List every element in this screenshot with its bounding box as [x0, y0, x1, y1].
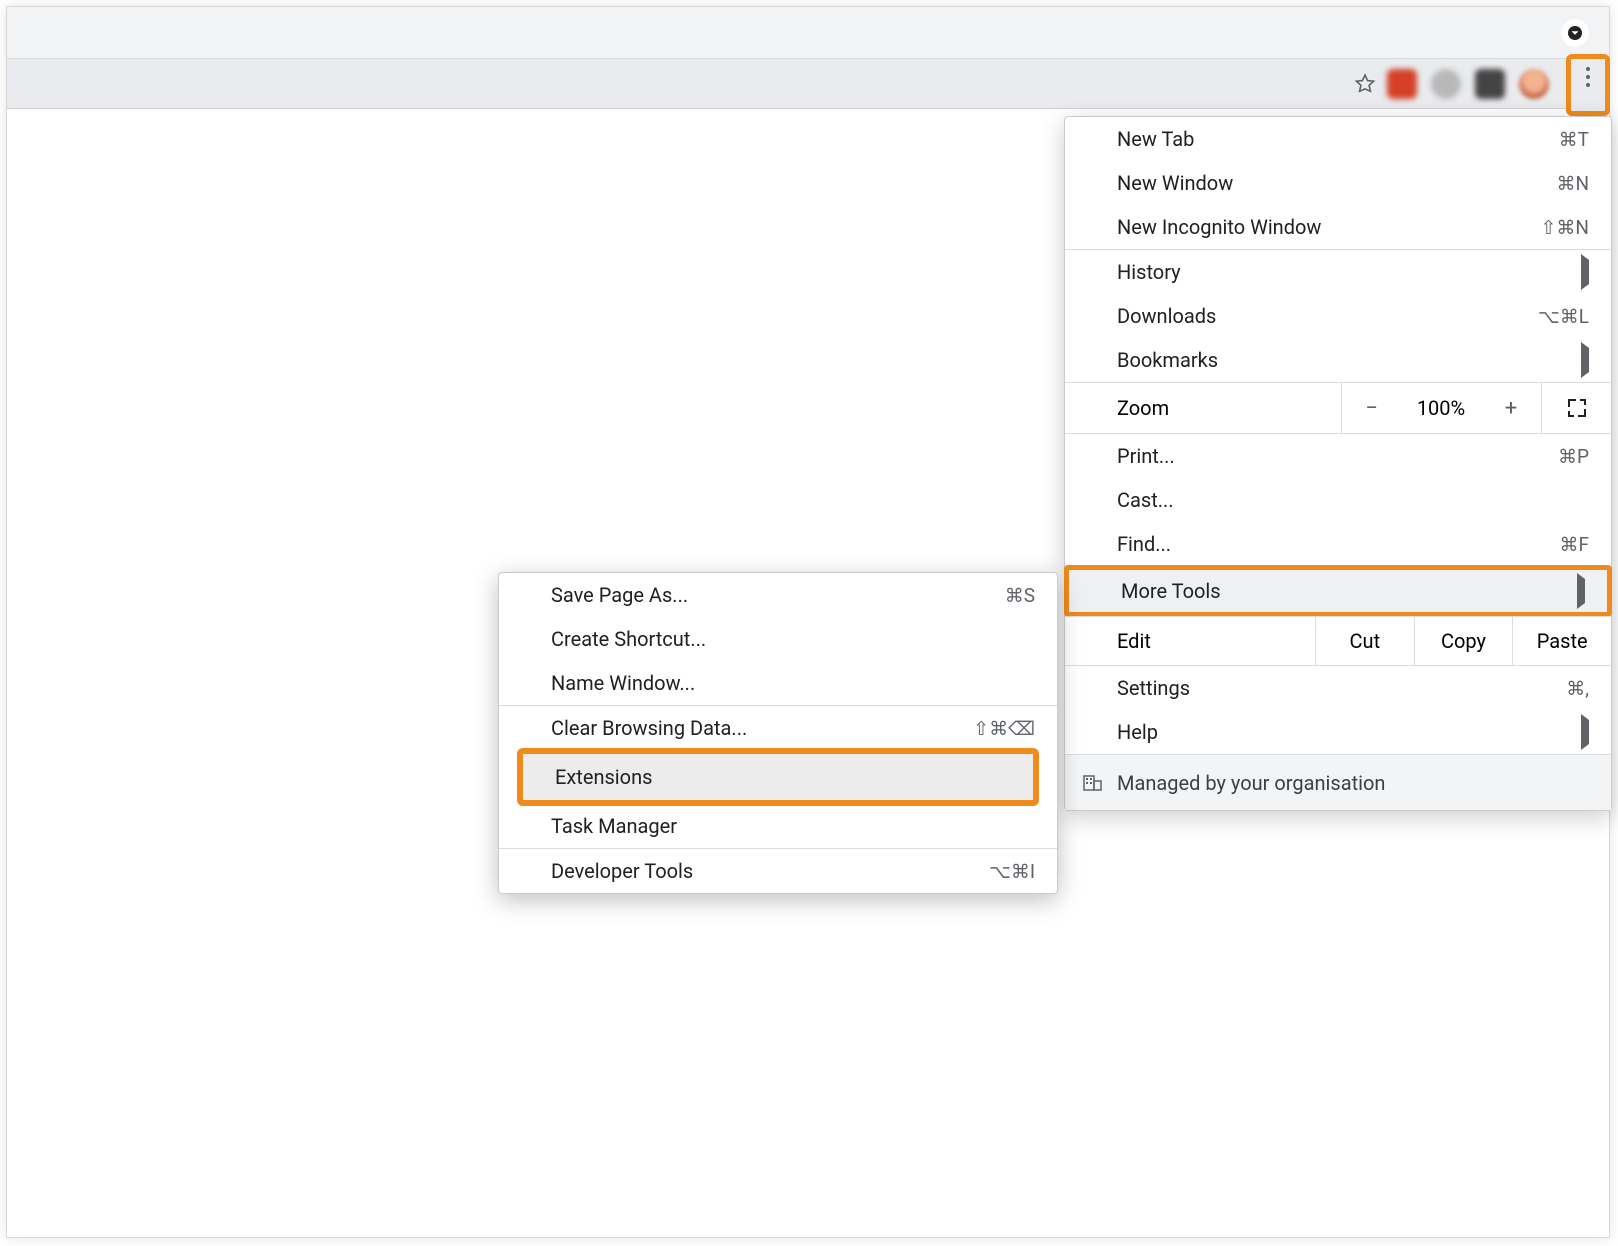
menu-item-settings[interactable]: Settings ⌘, [1065, 666, 1611, 710]
submenu-item-create-shortcut[interactable]: Create Shortcut... [499, 617, 1057, 661]
menu-item-zoom: Zoom − 100% + [1065, 382, 1611, 434]
highlight-more-tools: More Tools [1064, 565, 1612, 617]
menu-item-new-window[interactable]: New Window ⌘N [1065, 161, 1611, 205]
shortcut: ⌘F [1559, 533, 1589, 556]
submenu-item-clear-browsing-data[interactable]: Clear Browsing Data... ⇧⌘⌫ [499, 706, 1057, 750]
menu-item-new-tab[interactable]: New Tab ⌘T [1065, 117, 1611, 161]
menu-label: Cast... [1117, 488, 1174, 512]
managed-label: Managed by your organisation [1117, 771, 1385, 795]
more-tools-submenu: Save Page As... ⌘S Create Shortcut... Nam… [498, 572, 1058, 894]
kebab-icon [1586, 67, 1590, 87]
menu-label: Settings [1117, 676, 1190, 700]
shortcut: ⌥⌘L [1538, 305, 1589, 328]
extension-icon[interactable] [1475, 69, 1505, 99]
shortcut: ⌘N [1556, 172, 1589, 195]
menu-label: History [1117, 260, 1181, 284]
managed-notice[interactable]: Managed by your organisation [1065, 754, 1611, 810]
edit-paste-button[interactable]: Paste [1512, 617, 1611, 665]
minus-icon: − [1365, 396, 1378, 421]
shortcut: ⇧⌘N [1541, 216, 1589, 239]
submenu-arrow-icon [1581, 260, 1589, 284]
zoom-label: Zoom [1065, 396, 1341, 420]
organisation-icon [1083, 773, 1103, 793]
submenu-item-task-manager[interactable]: Task Manager [499, 804, 1057, 848]
submenu-item-developer-tools[interactable]: Developer Tools ⌥⌘I [499, 849, 1057, 893]
menu-label: Create Shortcut... [551, 627, 706, 651]
menu-label: Print... [1117, 444, 1175, 468]
shortcut: ⇧⌘⌫ [973, 717, 1035, 740]
menu-item-print[interactable]: Print... ⌘P [1065, 434, 1611, 478]
menu-item-more-tools[interactable]: More Tools [1069, 570, 1607, 612]
shortcut: ⌥⌘I [989, 860, 1035, 883]
menu-item-help[interactable]: Help [1065, 710, 1611, 754]
menu-label: Task Manager [551, 814, 677, 838]
menu-label: Help [1117, 720, 1158, 744]
submenu-arrow-icon [1577, 579, 1585, 603]
menu-label: Name Window... [551, 671, 695, 695]
menu-item-history[interactable]: History [1065, 250, 1611, 294]
caret-down-icon [1568, 26, 1582, 40]
menu-label: More Tools [1121, 579, 1221, 603]
kebab-menu-button[interactable] [1566, 54, 1610, 116]
menu-label: Clear Browsing Data... [551, 716, 747, 740]
menu-item-find[interactable]: Find... ⌘F [1065, 522, 1611, 566]
submenu-item-name-window[interactable]: Name Window... [499, 661, 1057, 705]
zoom-in-button[interactable]: + [1481, 396, 1541, 421]
edit-copy-button[interactable]: Copy [1414, 617, 1513, 665]
shortcut: ⌘S [1005, 584, 1035, 607]
profile-avatar[interactable] [1519, 69, 1549, 99]
zoom-percent: 100% [1401, 396, 1481, 420]
bookmark-star-icon[interactable] [1353, 72, 1377, 96]
menu-item-edit: Edit Cut Copy Paste [1065, 616, 1611, 666]
menu-label: Save Page As... [551, 583, 688, 607]
title-dropdown-button[interactable] [1561, 19, 1589, 47]
menu-label: Bookmarks [1117, 348, 1218, 372]
edit-cut-button[interactable]: Cut [1315, 617, 1414, 665]
zoom-out-button[interactable]: − [1341, 383, 1401, 433]
shortcut: ⌘, [1566, 677, 1589, 700]
menu-item-downloads[interactable]: Downloads ⌥⌘L [1065, 294, 1611, 338]
menu-label: New Window [1117, 171, 1233, 195]
main-menu: New Tab ⌘T New Window ⌘N New Incognito Win… [1064, 116, 1612, 811]
copy-label: Copy [1441, 629, 1486, 653]
submenu-item-save-page[interactable]: Save Page As... ⌘S [499, 573, 1057, 617]
extension-icon[interactable] [1387, 69, 1417, 99]
shortcut: ⌘P [1558, 445, 1589, 468]
fullscreen-icon [1568, 399, 1586, 417]
highlight-extensions: Extensions [517, 748, 1039, 806]
submenu-arrow-icon [1581, 720, 1589, 744]
paste-label: Paste [1537, 629, 1588, 653]
submenu-item-extensions[interactable]: Extensions [523, 754, 1033, 800]
toolbar [7, 59, 1609, 109]
fullscreen-button[interactable] [1541, 383, 1611, 433]
submenu-arrow-icon [1581, 348, 1589, 372]
menu-item-bookmarks[interactable]: Bookmarks [1065, 338, 1611, 382]
title-bar [7, 7, 1609, 59]
menu-item-cast[interactable]: Cast... [1065, 478, 1611, 522]
menu-item-new-incognito[interactable]: New Incognito Window ⇧⌘N [1065, 205, 1611, 249]
shortcut: ⌘T [1559, 128, 1589, 151]
menu-label: Find... [1117, 532, 1171, 556]
edit-label: Edit [1065, 617, 1315, 665]
menu-label: New Incognito Window [1117, 215, 1321, 239]
cut-label: Cut [1350, 629, 1381, 653]
plus-icon: + [1505, 396, 1517, 421]
menu-label: Developer Tools [551, 859, 693, 883]
menu-label: Downloads [1117, 304, 1216, 328]
extension-icon[interactable] [1431, 69, 1461, 99]
menu-label: New Tab [1117, 127, 1194, 151]
menu-label: Extensions [555, 765, 652, 789]
